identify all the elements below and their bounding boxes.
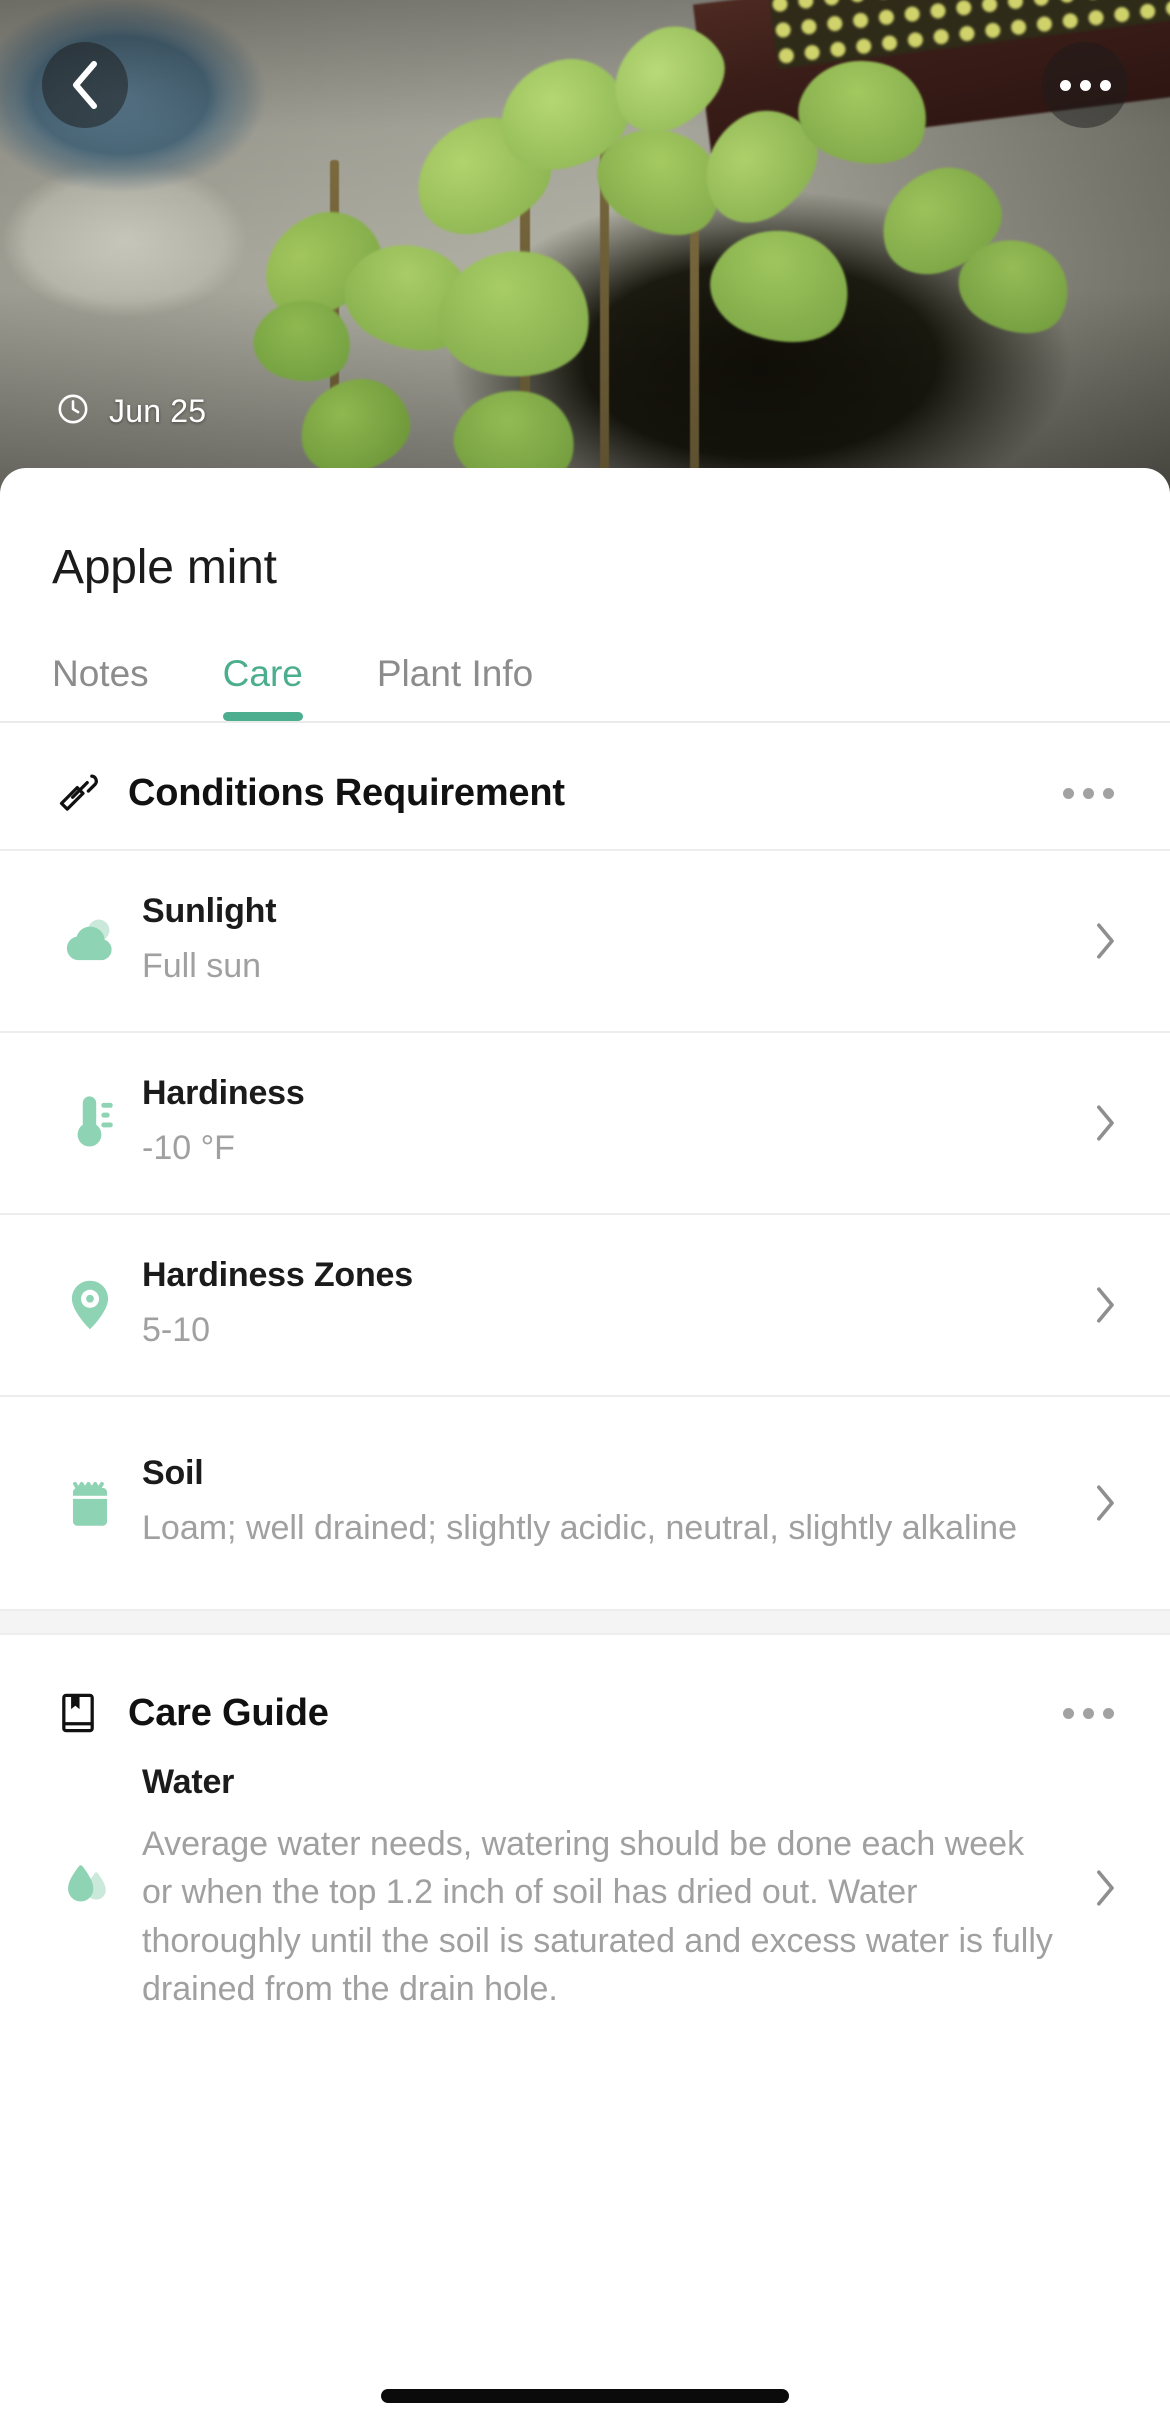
more-dot: [1083, 1707, 1094, 1719]
more-dot: [1083, 787, 1094, 799]
trowel-icon: [52, 767, 104, 819]
thermometer-icon: [52, 1092, 128, 1154]
care-guide-more-button[interactable]: [1059, 1694, 1118, 1733]
care-guide-row-water[interactable]: Water Average water needs, watering shou…: [0, 1763, 1170, 2013]
more-dot: [1103, 787, 1114, 799]
chevron-left-icon: [68, 59, 102, 111]
home-indicator: [381, 2389, 789, 2403]
more-dot: [1099, 79, 1111, 91]
chevron-right-icon[interactable]: [1078, 1102, 1118, 1144]
condition-value: -10 °F: [142, 1129, 235, 1168]
photo-date-text: Jun 25: [109, 393, 207, 429]
photo-more-button[interactable]: [1042, 42, 1128, 128]
page-title: Apple mint: [52, 541, 277, 594]
tab-bar: Notes Care Plant Info: [0, 595, 1170, 721]
condition-value: Loam; well drained; slightly acidic, neu…: [142, 1509, 1017, 1548]
condition-body: Hardiness Zones 5-10: [142, 1256, 1078, 1353]
more-dot: [1059, 79, 1071, 91]
condition-body: Hardiness -10 °F: [142, 1074, 1078, 1171]
more-dot: [1063, 787, 1074, 799]
care-guide-body: Water Average water needs, watering shou…: [142, 1763, 1078, 2013]
condition-value: Full sun: [142, 947, 262, 986]
water-drop-icon: [52, 1857, 128, 1919]
tab-notes[interactable]: Notes: [52, 653, 187, 721]
condition-row-sunlight[interactable]: Sunlight Full sun: [0, 849, 1170, 1031]
sun-cloud-icon: [52, 910, 128, 972]
chevron-right-icon[interactable]: [1078, 1867, 1118, 1909]
detail-sheet: Apple mint Notes Care Plant Info Conditi…: [0, 468, 1170, 2421]
conditions-section-header: Conditions Requirement: [0, 723, 1170, 849]
care-guide-section-title: Care Guide: [128, 1691, 329, 1734]
tab-plant-info[interactable]: Plant Info: [341, 653, 571, 721]
care-guide-label: Water: [142, 1763, 235, 1801]
condition-row-soil[interactable]: Soil Loam; well drained; slightly acidic…: [0, 1395, 1170, 1609]
more-dot: [1079, 79, 1091, 91]
soil-bag-icon: [52, 1472, 128, 1534]
condition-row-hardiness[interactable]: Hardiness -10 °F: [0, 1031, 1170, 1213]
conditions-section-title: Conditions Requirement: [128, 771, 565, 814]
care-guide-section-header: Care Guide: [0, 1635, 1170, 1763]
plant-photo-hero: Jun 25: [0, 0, 1170, 500]
condition-body: Sunlight Full sun: [142, 892, 1078, 989]
condition-body: Soil Loam; well drained; slightly acidic…: [142, 1454, 1078, 1551]
back-button[interactable]: [42, 42, 128, 128]
map-pin-icon: [52, 1274, 128, 1336]
condition-row-hardiness-zones[interactable]: Hardiness Zones 5-10: [0, 1213, 1170, 1395]
more-dot: [1063, 1707, 1074, 1719]
book-icon: [52, 1687, 104, 1739]
condition-label: Soil: [142, 1454, 204, 1493]
plant-detail-screen: Jun 25 Apple mint Notes Care Plant Info …: [0, 0, 1170, 2421]
chevron-right-icon[interactable]: [1078, 1482, 1118, 1524]
care-guide-text: Average water needs, watering should be …: [142, 1825, 1053, 2008]
clock-icon: [56, 392, 90, 431]
photo-date: Jun 25: [56, 392, 206, 431]
chevron-right-icon[interactable]: [1078, 1284, 1118, 1326]
conditions-more-button[interactable]: [1059, 774, 1118, 813]
condition-label: Hardiness: [142, 1074, 305, 1113]
chevron-right-icon[interactable]: [1078, 920, 1118, 962]
condition-label: Hardiness Zones: [142, 1256, 413, 1295]
section-divider-band: [0, 1609, 1170, 1635]
tab-care[interactable]: Care: [187, 653, 341, 721]
more-dot: [1103, 1707, 1114, 1719]
plant-stem: [690, 200, 699, 470]
condition-label: Sunlight: [142, 892, 277, 931]
condition-value: 5-10: [142, 1311, 211, 1350]
